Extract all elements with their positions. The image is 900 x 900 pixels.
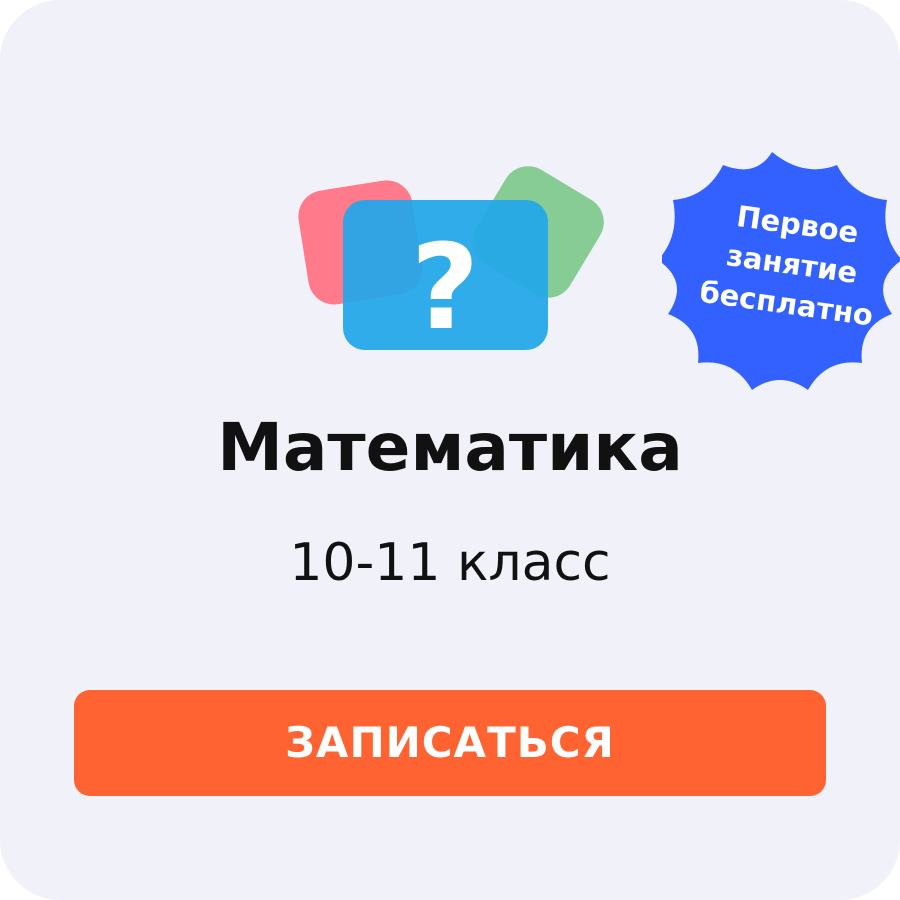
- course-title: Математика: [217, 409, 683, 486]
- free-lesson-badge: Первое занятие бесплатно: [662, 152, 900, 412]
- question-mark-icon: ?: [411, 218, 479, 356]
- question-cards-illustration: ?: [290, 150, 620, 370]
- course-card: ? Первое занятие бесплатно Математика 10…: [0, 0, 900, 900]
- enroll-button[interactable]: ЗАПИСАТЬСЯ: [74, 690, 826, 796]
- grade-label: 10-11 класс: [289, 533, 611, 593]
